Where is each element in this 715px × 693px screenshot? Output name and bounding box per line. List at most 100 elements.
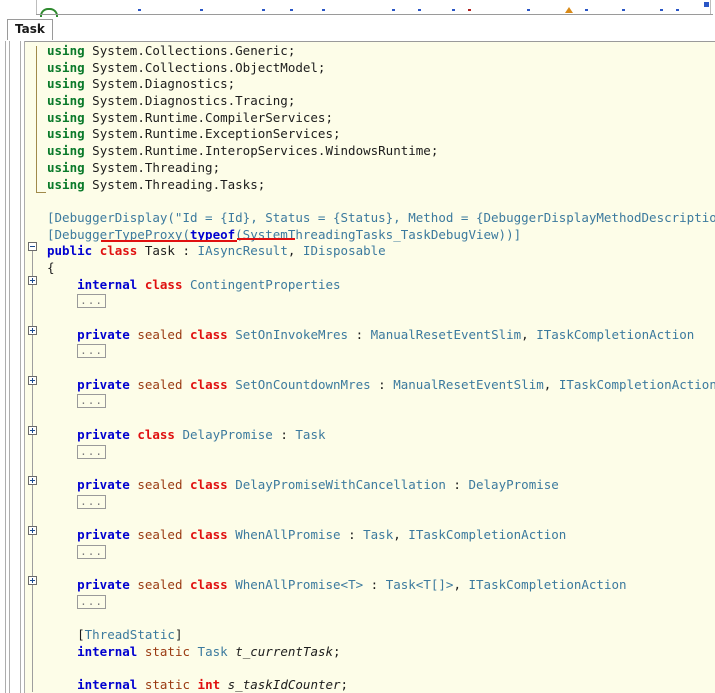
code-token: private [77,326,130,342]
code-line[interactable] [25,560,715,577]
code-token: s_taskIdCounter [227,677,341,693]
outlining-expand-delaypromisewithcancellation[interactable] [28,476,37,485]
error-underline-class-declaration [101,240,237,242]
outlining-expand-contingent-properties[interactable] [28,276,37,285]
code-token: private [77,476,130,492]
code-token: : [370,376,394,392]
code-token: : [445,476,469,492]
code-token: SetOnInvokeMres [235,326,349,342]
code-line[interactable]: [ThreadStatic] [25,627,715,644]
tab-task[interactable]: Task [7,19,53,40]
code-token: internal [77,643,138,659]
code-line[interactable] [25,360,715,377]
collapsed-region-box[interactable]: ... [77,494,106,509]
code-line[interactable]: ... [25,544,715,561]
code-editor-window: Task using System.Collections.Generic; us… [0,0,715,693]
code-line[interactable] [25,510,715,527]
minimap-strip[interactable] [0,0,715,17]
code-token: using [47,159,85,175]
code-line[interactable]: private sealed class WhenAllPromise : Ta… [25,527,715,544]
code-line[interactable]: internal class ContingentProperties [25,277,715,294]
code-line[interactable]: private sealed class WhenAllPromise<T> :… [25,577,715,594]
code-token: ITaskCompletionAction [536,326,695,342]
code-line[interactable]: ... [25,343,715,360]
code-token: Task<T[]> [385,577,454,592]
code-line[interactable]: ... [25,594,715,611]
code-line[interactable]: private sealed class DelayPromiseWithCan… [25,477,715,494]
minimap-mark [138,9,141,11]
minimap-mark [452,9,455,11]
code-token: ; [333,643,341,659]
outlining-expand-delaypromise[interactable] [28,426,37,435]
collapsed-region-box[interactable]: ... [77,544,106,559]
collapsed-region-box[interactable]: ... [77,594,106,609]
code-line[interactable]: ... [25,494,715,511]
code-line[interactable]: using System.Diagnostics.Tracing; [25,93,715,110]
code-line[interactable]: private class DelayPromise : Task [25,427,715,444]
code-line[interactable]: public class Task : IAsyncResult, IDispo… [25,243,715,260]
minimap-viewport[interactable] [36,0,711,14]
code-line[interactable]: using System.Threading; [25,160,715,177]
code-token: using [47,109,85,125]
outlining-collapse-class-task[interactable] [28,242,37,251]
code-line[interactable]: using System.Threading.Tasks; [25,177,715,194]
code-line[interactable] [25,310,715,327]
code-line[interactable] [25,660,715,677]
minimap-green-arc-marker [40,8,58,17]
code-line[interactable]: ... [25,393,715,410]
code-line[interactable]: using System.Runtime.InteropServices.Win… [25,143,715,160]
code-line[interactable] [25,193,715,210]
code-line[interactable]: using System.Runtime.ExceptionServices; [25,126,715,143]
minimap-mark [200,9,203,11]
code-token: ManualResetEventSlim [370,326,522,342]
collapsed-region-box[interactable]: ... [77,394,106,409]
code-token: internal [77,677,138,693]
code-token: System.Runtime.InteropServices.WindowsRu… [84,143,439,159]
minimap-mark [418,9,421,11]
code-token: using [47,176,85,192]
code-line[interactable]: { [25,260,715,277]
code-lines[interactable]: using System.Collections.Generic; using S… [25,43,715,693]
outlining-expand-whenallpromise[interactable] [28,526,37,535]
code-line[interactable]: using System.Collections.ObjectModel; [25,60,715,77]
code-token: ManualResetEventSlim [393,376,544,392]
code-token: int [197,677,221,693]
collapsed-region-box[interactable]: ... [77,344,106,359]
code-token: using [47,93,85,109]
code-token: Task : [137,243,198,259]
code-line[interactable]: private sealed class SetOnInvokeMres : M… [25,327,715,344]
code-token: , [287,243,303,259]
code-line[interactable]: using System.Diagnostics; [25,76,715,93]
outlining-expand-setoncountdownmres[interactable] [28,376,37,385]
collapsed-region-box[interactable]: ... [77,294,106,309]
code-line[interactable]: private sealed class SetOnCountdownMres … [25,377,715,394]
outlining-expand-setoninvokemres[interactable] [28,326,37,335]
code-pane[interactable]: using System.Collections.Generic; using S… [25,41,715,693]
editor-left-rule-3 [20,41,21,693]
code-token: class [190,376,228,392]
code-token: Task [363,526,394,542]
code-line[interactable]: ... [25,444,715,461]
code-line[interactable]: using System.Runtime.CompilerServices; [25,110,715,127]
code-line[interactable]: [DebuggerDisplay("Id = {Id}, Status = {S… [25,210,715,227]
code-line[interactable]: internal static Task t_currentTask; [25,644,715,661]
code-line[interactable] [25,410,715,427]
code-token: SetOnCountdownMres [235,376,371,392]
code-token: sealed [137,577,183,592]
outlining-expand-whenallpromise-generic[interactable] [28,576,37,585]
code-token: using [47,76,85,92]
code-line[interactable] [25,460,715,477]
code-token: using [47,126,85,142]
code-line[interactable] [25,610,715,627]
minimap-mark [468,9,471,11]
collapsed-region-box[interactable]: ... [77,444,106,459]
code-line[interactable]: ... [25,293,715,310]
code-line[interactable]: internal static int s_taskIdCounter; [25,677,715,693]
code-line[interactable]: using System.Collections.Generic; [25,43,715,60]
